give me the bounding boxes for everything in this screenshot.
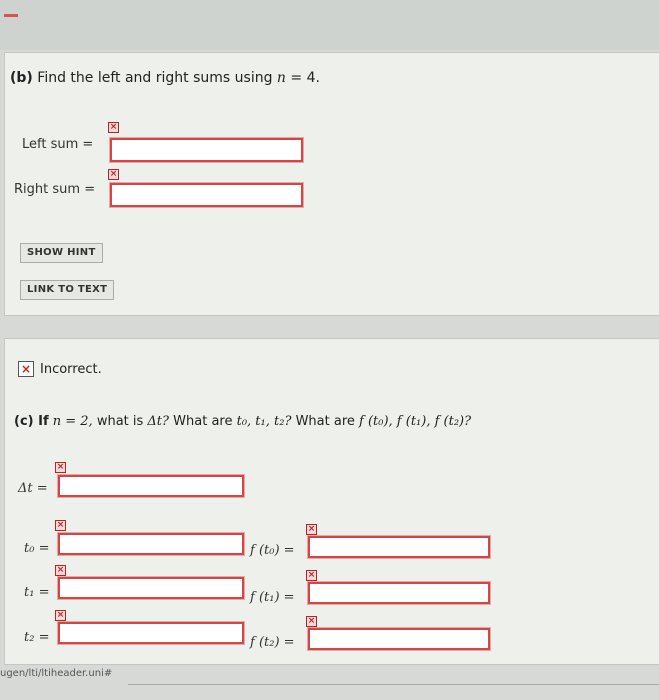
incorrect-icon: × (55, 520, 66, 531)
part-c-panel (4, 338, 659, 665)
f-t1-input[interactable] (307, 581, 491, 605)
t1-label: t₁ = (24, 585, 50, 600)
part-c-heading: (c) If n = 2, what is Δt? What are t₀, t… (14, 414, 472, 429)
top-bar (0, 0, 659, 50)
incorrect-icon: × (306, 524, 317, 535)
delta-t-input[interactable] (57, 474, 245, 498)
f-t0-label: f (t₀) = (250, 543, 295, 558)
f-t1-label: f (t₁) = (250, 590, 295, 605)
incorrect-status: Incorrect. (40, 362, 102, 377)
f-t2-label: f (t₂) = (250, 635, 295, 650)
right-sum-input[interactable] (109, 182, 304, 208)
incorrect-icon: × (306, 570, 317, 581)
incorrect-icon: × (55, 462, 66, 473)
t0-input[interactable] (57, 532, 245, 556)
part-b-heading: (b) Find the left and right sums using n… (10, 70, 320, 86)
divider (128, 684, 659, 685)
link-to-text-button[interactable]: LINK TO TEXT (20, 280, 115, 300)
error-indicator (4, 14, 18, 17)
t1-input[interactable] (57, 576, 245, 600)
delta-t-label: Δt = (18, 481, 48, 496)
incorrect-icon: × (306, 616, 317, 627)
incorrect-icon: × (18, 361, 34, 377)
f-t2-input[interactable] (307, 627, 491, 651)
f-t0-input[interactable] (307, 535, 491, 559)
t2-label: t₂ = (24, 630, 50, 645)
incorrect-icon: × (55, 610, 66, 621)
part-b-panel (4, 52, 659, 316)
show-hint-button[interactable]: SHOW HINT (20, 243, 103, 263)
left-sum-label: Left sum = (22, 137, 94, 152)
t0-label: t₀ = (24, 541, 50, 556)
incorrect-icon: × (55, 565, 66, 576)
t2-input[interactable] (57, 621, 245, 645)
right-sum-label: Right sum = (14, 182, 96, 197)
left-sum-input[interactable] (109, 137, 304, 163)
incorrect-icon: × (108, 169, 119, 180)
status-url: ugen/lti/ltiheader.uni# (0, 668, 113, 679)
incorrect-icon: × (108, 122, 119, 133)
